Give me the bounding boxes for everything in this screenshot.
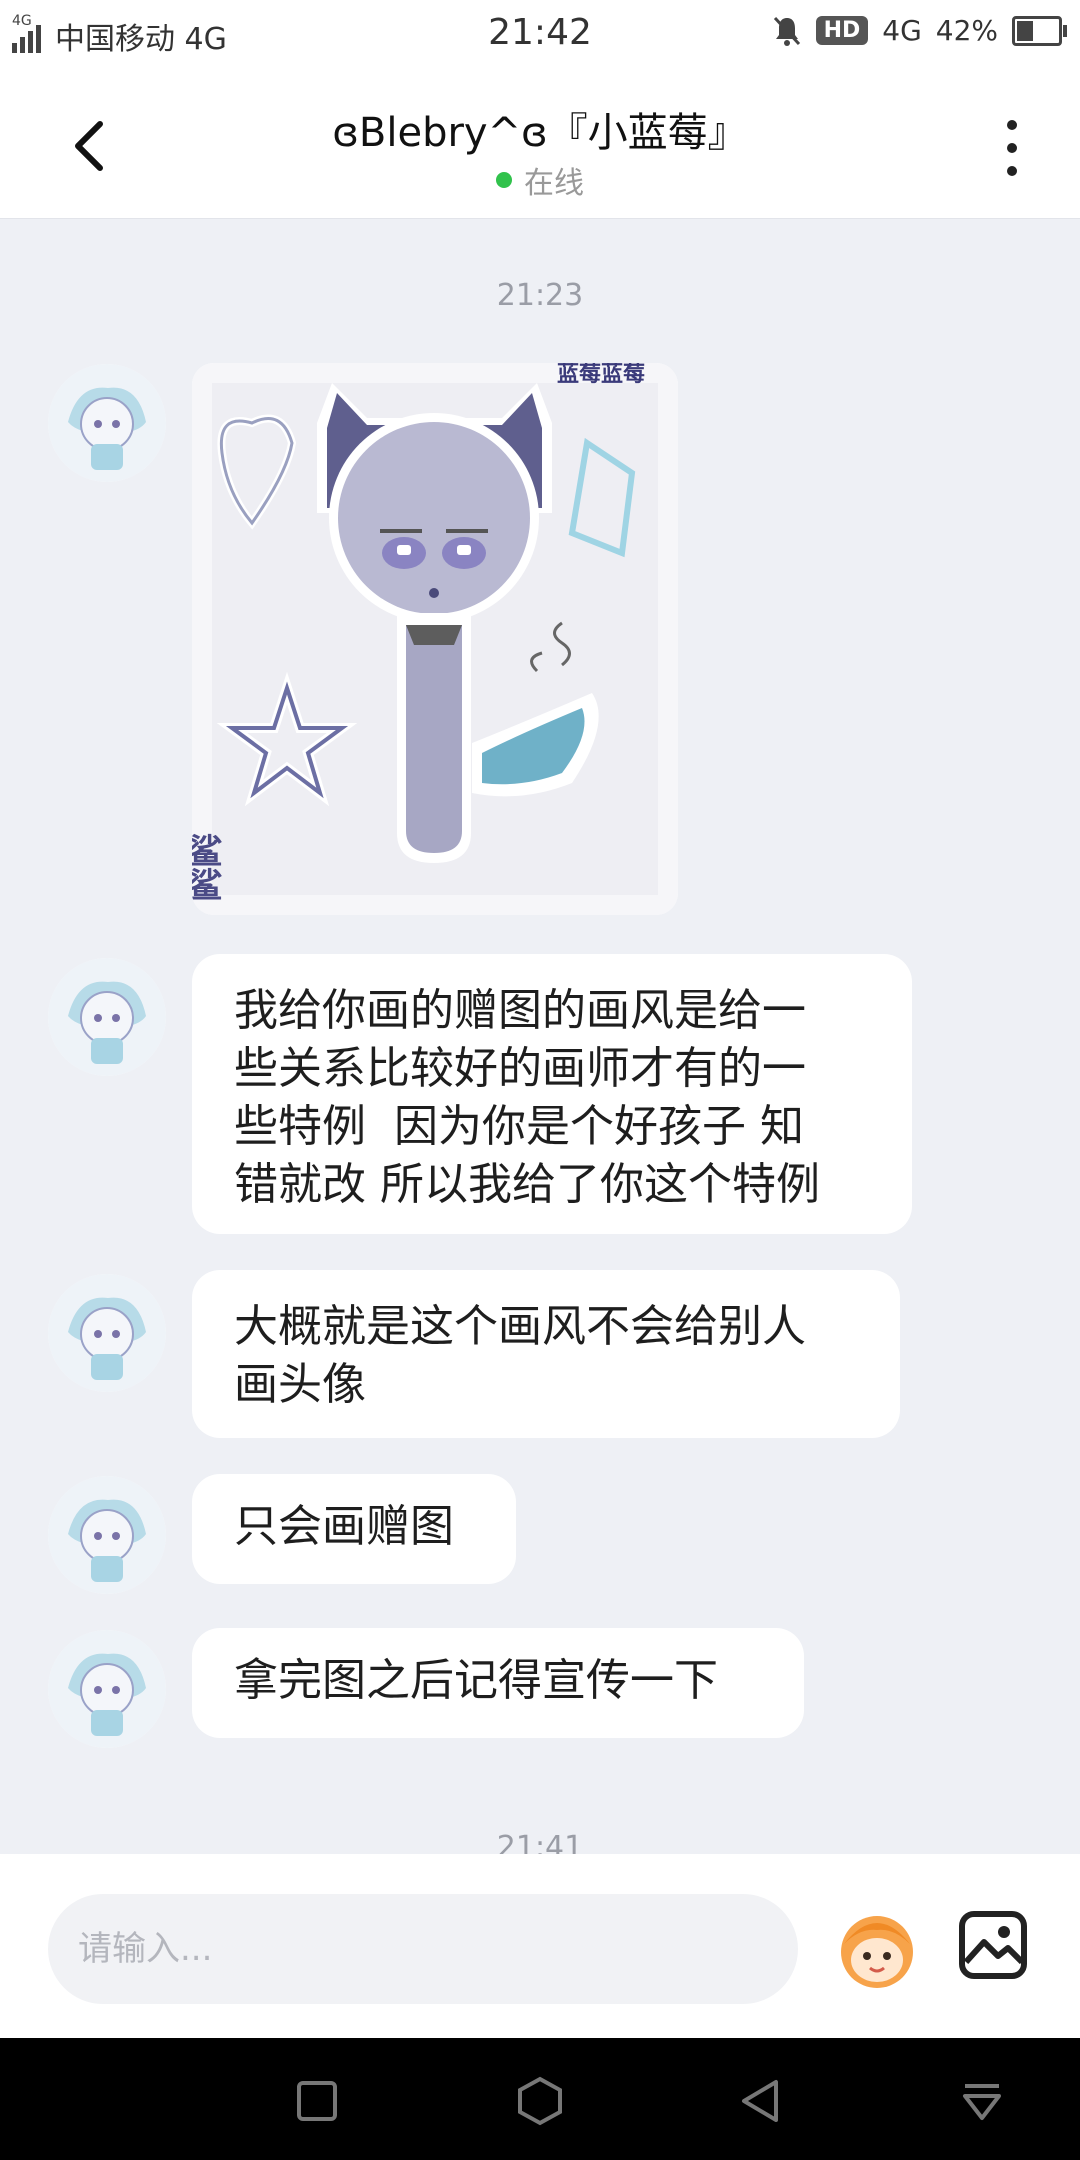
network-label: 4G bbox=[882, 14, 922, 47]
mascot-emoji-icon[interactable] bbox=[834, 1906, 920, 1992]
square-icon[interactable] bbox=[290, 2074, 344, 2128]
avatar[interactable] bbox=[48, 1274, 166, 1392]
message-line: 只会画赠图 bbox=[234, 1501, 454, 1552]
input-bar: 请输入... bbox=[0, 1854, 1080, 2038]
message-bubble[interactable]: 我给你画的赠图的画风是给一 些关系比较好的画师才有的一 些特例 因为你是个好孩子… bbox=[192, 954, 912, 1234]
image-icon[interactable] bbox=[958, 1910, 1028, 1980]
message-line: 些特例 因为你是个好孩子 知 bbox=[234, 1101, 804, 1152]
message-input[interactable]: 请输入... bbox=[48, 1894, 798, 2004]
triangle-back-icon[interactable] bbox=[734, 2074, 788, 2128]
contact-name: ɞBlebry^ɞ『小蓝莓』 bbox=[332, 110, 748, 156]
more-vertical-icon[interactable] bbox=[1006, 120, 1018, 176]
message-line: 错就改 所以我给了你这个特例 bbox=[234, 1159, 820, 1210]
image-message[interactable]: 蓝莓蓝莓 鲨鲨 bbox=[192, 363, 678, 915]
message-line: 大概就是这个画风不会给别人 bbox=[234, 1301, 806, 1352]
battery-icon bbox=[1012, 15, 1067, 46]
dropdown-icon[interactable] bbox=[955, 2074, 1009, 2128]
chat-area[interactable]: 21:23 蓝莓蓝莓 鲨鲨 我给你画的赠图的画风是给一 些关系比较好的画师才有的… bbox=[0, 218, 1080, 1854]
message-line: 画头像 bbox=[234, 1359, 366, 1410]
status-bar: 4G 中国移动 4G 21:42 HD 4G 42% bbox=[0, 0, 1080, 76]
message-line: 我给你画的赠图的画风是给一 bbox=[234, 985, 806, 1036]
hd-badge: HD bbox=[815, 16, 869, 45]
message-bubble[interactable]: 大概就是这个画风不会给别人 画头像 bbox=[192, 1270, 900, 1438]
sticker-watermark-side: 鲨鲨 bbox=[192, 833, 222, 901]
sticker-image: 蓝莓蓝莓 鲨鲨 bbox=[192, 363, 678, 915]
online-dot-icon bbox=[496, 172, 512, 188]
hexagon-icon[interactable] bbox=[513, 2074, 567, 2128]
chat-header: ɞBlebry^ɞ『小蓝莓』 在线 bbox=[0, 76, 1080, 219]
sticker-watermark-top: 蓝莓蓝莓 bbox=[557, 363, 645, 387]
online-status: 在线 bbox=[0, 158, 1080, 202]
system-nav-bar bbox=[0, 2038, 1080, 2160]
avatar[interactable] bbox=[48, 1630, 166, 1748]
message-line: 拿完图之后记得宣传一下 bbox=[234, 1655, 718, 1706]
message-bubble[interactable]: 只会画赠图 bbox=[192, 1474, 516, 1584]
message-line: 些关系比较好的画师才有的一 bbox=[234, 1043, 806, 1094]
online-label: 在线 bbox=[524, 166, 584, 201]
avatar[interactable] bbox=[48, 958, 166, 1076]
message-bubble[interactable]: 拿完图之后记得宣传一下 bbox=[192, 1628, 804, 1738]
avatar[interactable] bbox=[48, 364, 166, 482]
avatar[interactable] bbox=[48, 1476, 166, 1594]
timestamp: 21:23 bbox=[496, 278, 584, 313]
bell-muted-icon bbox=[773, 16, 800, 46]
battery-percent: 42% bbox=[935, 14, 998, 47]
timestamp: 21:41 bbox=[496, 1830, 584, 1854]
